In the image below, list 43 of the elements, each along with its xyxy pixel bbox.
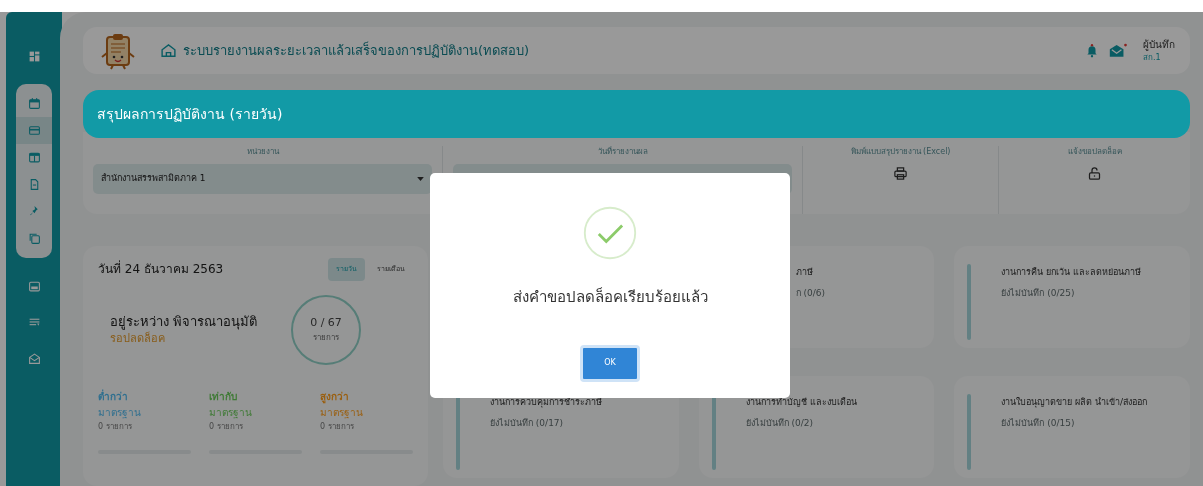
item-count: 0 / 67 [310,315,342,332]
task-title: ภาษี [795,266,814,279]
ok-button[interactable]: OK [580,344,640,382]
task-status: ยังไม่บันทึก (0/17) [490,417,565,430]
standard-label: มาตรฐาน [98,405,142,420]
field-label: พิมพ์แบบสรุปรายงาน (Excel) [850,146,951,158]
count-unit: รายการ [313,331,339,344]
item-count: 0 รายการ [320,420,355,433]
envelope-icon[interactable] [1109,43,1127,58]
task-status: ก (0/6) [795,287,826,300]
task-status: ยังไม่บันทึก (0/15) [1001,417,1076,430]
card-icon[interactable] [16,117,52,144]
app-title: ระบบรายงานผลระยะเวลาแล้วเสร็จของการปฏิบัติงาน(ทดสอบ) [183,40,530,60]
printer-icon[interactable] [893,166,908,181]
task-status: ยังไม่บันทึก (0/2) [745,417,815,430]
standard-label: มาตรฐาน [209,405,253,420]
caret-icon [417,177,424,181]
bell-icon[interactable] [1085,42,1099,59]
task-title: งานการคืน ยกเว้น และลดหย่อนภาษี [1001,266,1142,279]
unlock-icon[interactable] [1087,166,1102,181]
agency-select[interactable]: สำนักงานสรรพสามิตภาค 1 [93,164,432,194]
user-role: ผู้บันทึก [1143,37,1175,51]
task-title: งานการควบคุมการชำระภาษี [490,396,602,410]
item-count: 0 รายการ [209,420,244,433]
field-label: หน่วยงาน [246,146,279,158]
approval-status: อยู่ระหว่าง พิจารณาอนุมัติ [110,312,258,331]
item-count: 0 รายการ [98,420,133,433]
standard-label: มาตรฐาน [320,405,364,420]
dialog-message: ส่งคำขอปลดล็อคเรียบร้อยแล้ว [512,286,708,308]
standard-label: ต่ำกว่า [98,388,129,404]
standard-label: เท่ากับ [209,389,238,404]
task-title: งานใบอนุญาตขาย ผลิต นำเข้า/ส่งออก [1001,396,1148,410]
home-icon[interactable] [160,42,177,59]
field-label: แจ้งขอปลดล็อค [1067,146,1122,158]
standard-label: สูงกว่า [320,389,350,404]
task-status: ยังไม่บันทึก (0/25) [1001,287,1076,300]
user-name: สก.1 [1143,51,1162,64]
unlock-status: รอปลดล็อค [110,331,166,347]
success-check-icon [582,205,638,261]
task-title: งานการทำบัญชี และงบเดือน [745,396,857,409]
report-date: วันที่ 24 ธันวาคม 2563 [98,260,224,279]
field-label: วันที่รายงานผล [597,146,648,158]
banner-title: สรุปผลการปฏิบัติงาน (รายวัน) [97,104,283,125]
